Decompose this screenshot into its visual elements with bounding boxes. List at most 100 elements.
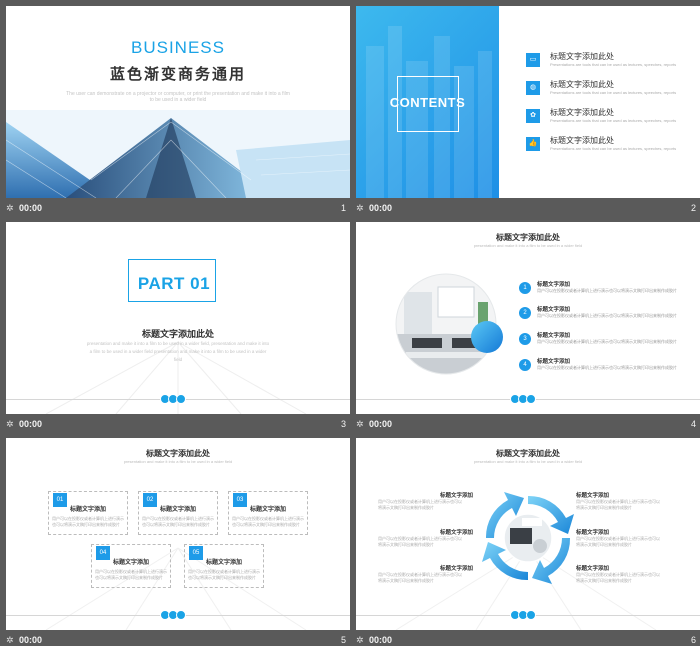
slide-1-canvas: BUSINESS 蓝色渐变商务通用 The user can demonstra… <box>6 6 350 198</box>
contents-item-caption: Presentations are tools that can be used… <box>550 62 677 67</box>
step-desc: 用户可以在投影仪或者计算机上进行演示也可以将演示文稿打印出来制作成胶片 <box>537 365 677 370</box>
building-image <box>6 110 350 198</box>
slide-4-caption: ✲ 00:00 4 <box>356 416 700 434</box>
cycle-item-title: 标题文字添加 <box>576 530 610 536</box>
contents-panel: CONTENTS <box>356 6 499 198</box>
star-icon: ✲ <box>6 635 14 645</box>
slide-5-number: 5 <box>340 635 346 645</box>
slide-4-title: 标题文字添加此处 <box>496 233 560 242</box>
slide-4-number: 4 <box>690 419 696 429</box>
slide-3-number: 3 <box>340 419 346 429</box>
cycle-item-desc: 用户可以在投影仪或者计算机上进行演示也可以将演示文稿打印出来制作成胶片 <box>378 572 462 583</box>
slide-4-subtitle: presentation and make it into a film to … <box>473 243 583 248</box>
slide-thumbnail-6[interactable]: 标题文字添加此处 presentation and make it into a… <box>356 438 700 646</box>
step-title: 标题文字添加 <box>537 282 571 288</box>
card-number: 03 <box>233 493 247 507</box>
cycle-item-title: 标题文字添加 <box>576 493 610 499</box>
slide-1-timing: 00:00 <box>19 203 43 213</box>
cycle-item-title: 标题文字添加 <box>440 493 474 499</box>
contents-item-label: 标题文字添加此处 <box>550 80 614 89</box>
star-icon: ✲ <box>356 419 364 429</box>
star-icon: ✲ <box>356 203 364 213</box>
step-desc: 用户可以在投影仪或者计算机上进行演示也可以将演示文稿打印出来制作成胶片 <box>537 339 677 344</box>
cycle-item-title: 标题文字添加 <box>440 566 474 572</box>
slide-3-timing: 00:00 <box>19 419 43 429</box>
cycle-item-title: 标题文字添加 <box>440 530 474 536</box>
card-desc: 用户可以在投影仪或者计算机上进行演示也可以将演示文稿打印出来制作成胶片 <box>188 569 260 580</box>
page-dots <box>510 394 546 404</box>
slide-1-caption: ✲ 00:00 1 <box>6 200 350 218</box>
slide-2-timing: 00:00 <box>369 203 393 213</box>
card-desc: 用户可以在投影仪或者计算机上进行演示也可以将演示文稿打印出来制作成胶片 <box>232 516 304 527</box>
step-title: 标题文字添加 <box>537 307 571 313</box>
slide-2-caption: ✲ 00:00 2 <box>356 200 700 218</box>
building-watermark <box>45 341 307 414</box>
slide-5-canvas: 标题文字添加此处 presentation and make it into a… <box>6 438 350 630</box>
slide-4-timing: 00:00 <box>369 419 393 429</box>
card-title: 标题文字添加 <box>113 560 150 566</box>
slide-3-canvas: PART 01 标题文字添加此处 presentation and make i… <box>6 222 350 414</box>
slide-6-canvas: 标题文字添加此处 presentation and make it into a… <box>356 438 700 630</box>
contents-item-4: 👍 标题文字添加此处 Presentations are tools that … <box>526 135 696 155</box>
slide-1-number: 1 <box>340 203 346 213</box>
slide-2-canvas: CONTENTS ▭ 标题文字添加此处 Presentations are to… <box>356 6 700 198</box>
card-number: 05 <box>189 546 203 560</box>
page-dots <box>160 610 196 620</box>
card-title: 标题文字添加 <box>206 560 243 566</box>
cycle-arrows-diagram <box>482 492 574 584</box>
accent-circle <box>471 321 503 353</box>
star-icon: ✲ <box>6 419 14 429</box>
slide-2-title: CONTENTS <box>389 95 466 110</box>
slide-1-title: BUSINESS <box>131 38 225 57</box>
thumbs-up-icon: 👍 <box>526 137 540 151</box>
step-desc: 用户可以在投影仪或者计算机上进行演示也可以将演示文稿打印出来制作成胶片 <box>537 288 677 293</box>
page-dots <box>160 394 196 404</box>
slide-thumbnail-4[interactable]: 标题文字添加此处 presentation and make it into a… <box>356 222 700 435</box>
slide-3-subtitle: 标题文字添加此处 <box>141 329 214 339</box>
contents-item-1: ▭ 标题文字添加此处 Presentations are tools that … <box>526 51 696 71</box>
step-number: 3 <box>519 333 531 345</box>
contents-item-label: 标题文字添加此处 <box>550 108 614 117</box>
contents-item-2: ◍ 标题文字添加此处 Presentations are tools that … <box>526 79 696 99</box>
contents-item-3: ✿ 标题文字添加此处 Presentations are tools that … <box>526 107 696 127</box>
slide-thumbnail-1[interactable]: BUSINESS 蓝色渐变商务通用 The user can demonstra… <box>6 6 350 219</box>
card-number: 02 <box>143 493 157 507</box>
slide-5-caption: ✲ 00:00 5 <box>6 632 350 646</box>
slide-thumbnail-2[interactable]: CONTENTS ▭ 标题文字添加此处 Presentations are to… <box>356 6 700 219</box>
card-number: 04 <box>96 546 110 560</box>
slide-1-description: The user can demonstrate on a projector … <box>66 91 290 103</box>
contents-item-caption: Presentations are tools that can be used… <box>550 146 677 151</box>
cycle-item-desc: 用户可以在投影仪或者计算机上进行演示也可以将演示文稿打印出来制作成胶片 <box>378 499 462 510</box>
card-desc: 用户可以在投影仪或者计算机上进行演示也可以将演示文稿打印出来制作成胶片 <box>142 516 214 527</box>
card-title: 标题文字添加 <box>250 507 287 513</box>
slide-2-number: 2 <box>690 203 696 213</box>
cycle-item-desc: 用户可以在投影仪或者计算机上进行演示也可以将演示文稿打印出来制作成胶片 <box>576 572 660 583</box>
contents-item-caption: Presentations are tools that can be used… <box>550 118 677 123</box>
slide-6-number: 6 <box>690 635 696 645</box>
card-desc: 用户可以在投影仪或者计算机上进行演示也可以将演示文稿打印出来制作成胶片 <box>95 569 167 580</box>
cycle-item-desc: 用户可以在投影仪或者计算机上进行演示也可以将演示文稿打印出来制作成胶片 <box>576 499 660 510</box>
card-desc: 用户可以在投影仪或者计算机上进行演示也可以将演示文稿打印出来制作成胶片 <box>52 516 124 527</box>
cycle-item-desc: 用户可以在投影仪或者计算机上进行演示也可以将演示文稿打印出来制作成胶片 <box>378 536 462 547</box>
slide-6-title: 标题文字添加此处 <box>496 449 560 458</box>
slide-1-subtitle: 蓝色渐变商务通用 <box>109 66 246 83</box>
slide-thumbnail-3[interactable]: PART 01 标题文字添加此处 presentation and make i… <box>6 222 350 435</box>
step-number: 1 <box>519 282 531 294</box>
step-number: 4 <box>519 359 531 371</box>
slide-5-title: 标题文字添加此处 <box>146 449 210 458</box>
slide-thumbnail-5[interactable]: 标题文字添加此处 presentation and make it into a… <box>6 438 350 646</box>
card-title: 标题文字添加 <box>160 507 197 513</box>
contents-item-label: 标题文字添加此处 <box>550 52 614 61</box>
card-number: 01 <box>53 493 67 507</box>
document-icon: ▭ <box>526 53 540 67</box>
contents-item-label: 标题文字添加此处 <box>550 136 614 145</box>
flower-icon: ✿ <box>526 109 540 123</box>
slide-3-title: PART 01 <box>137 274 211 293</box>
slide-3-description: presentation and make it into a film to … <box>86 341 270 362</box>
cycle-item-desc: 用户可以在投影仪或者计算机上进行演示也可以将演示文稿打印出来制作成胶片 <box>576 536 660 547</box>
chat-icon: ◍ <box>526 81 540 95</box>
step-number: 2 <box>519 307 531 319</box>
star-icon: ✲ <box>6 203 14 213</box>
page-dots <box>510 610 546 620</box>
cycle-item-title: 标题文字添加 <box>576 566 610 572</box>
